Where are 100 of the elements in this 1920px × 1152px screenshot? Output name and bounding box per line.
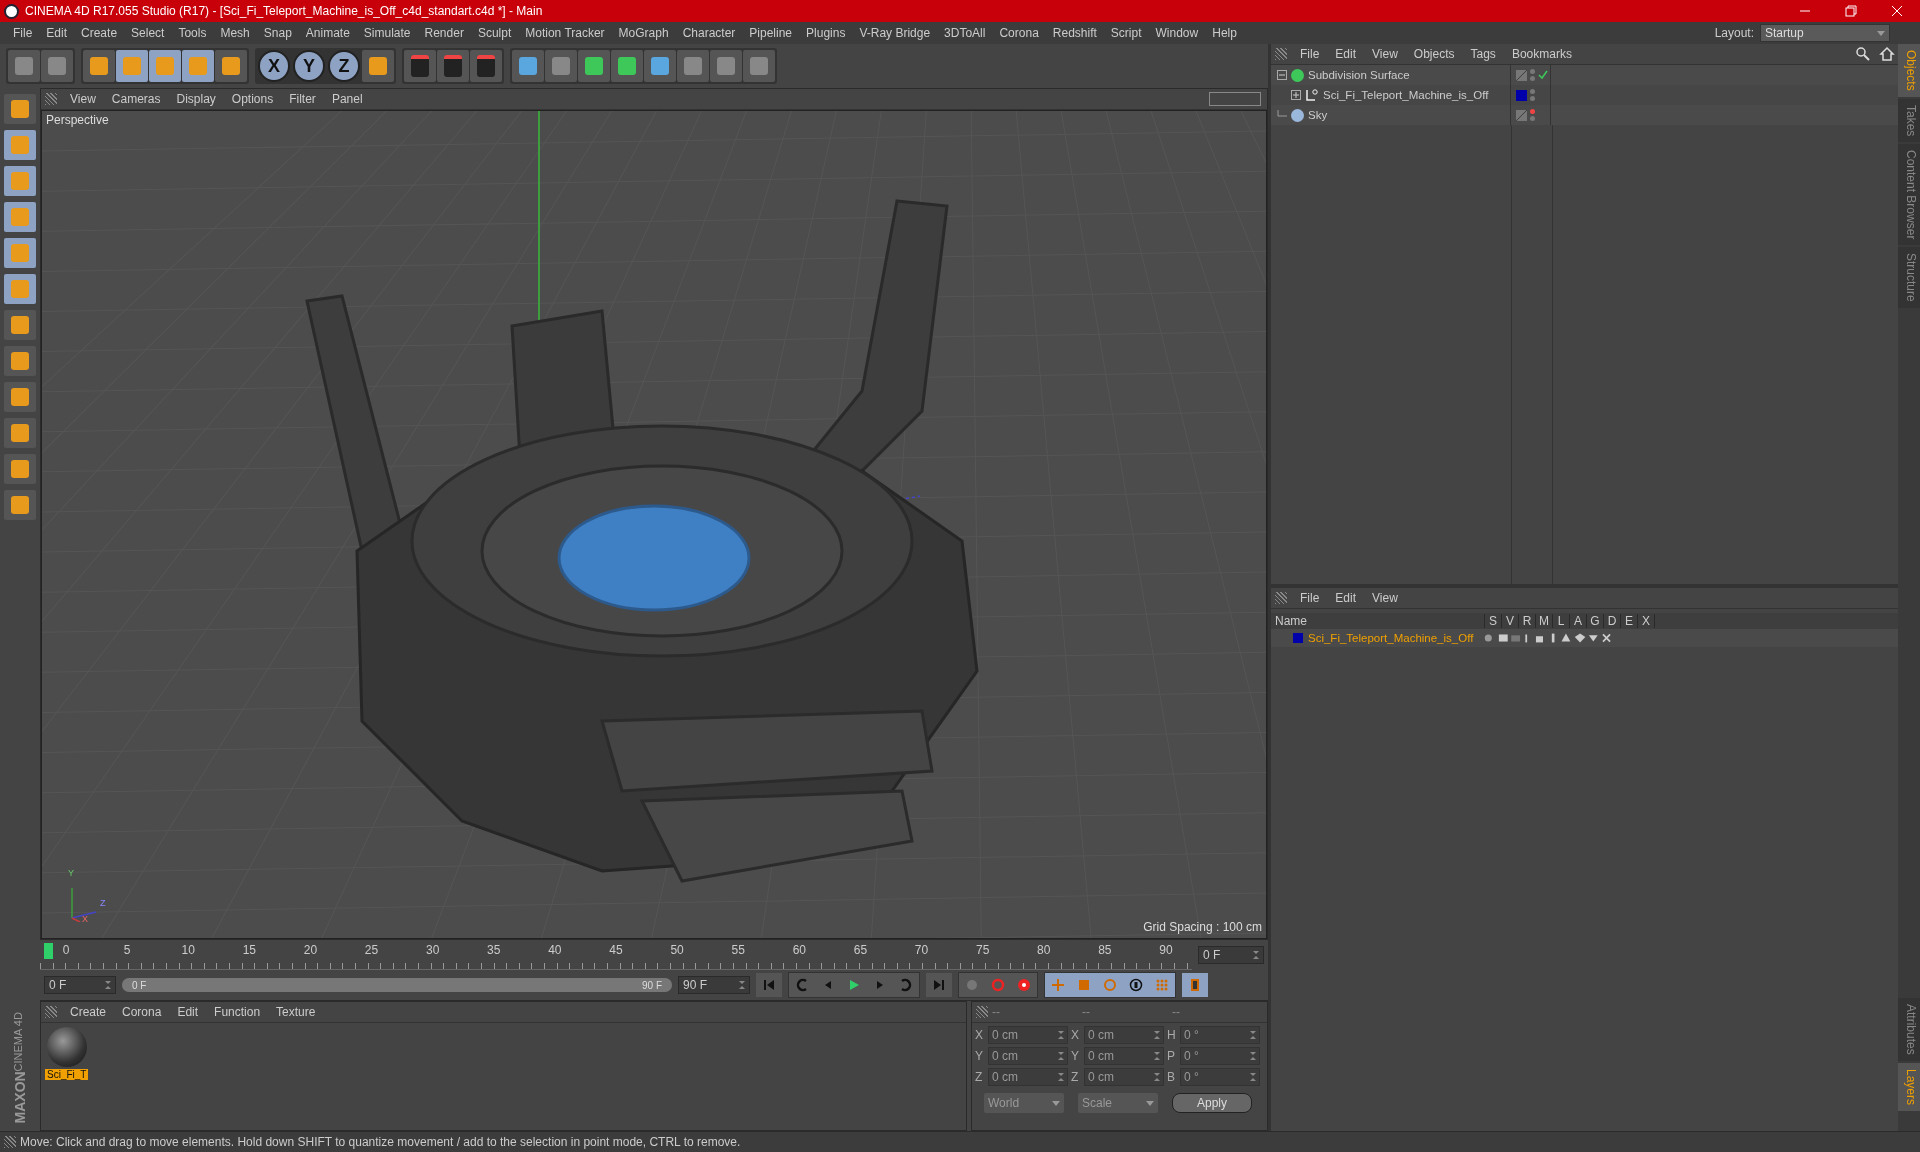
side-tab[interactable]: Layers: [1898, 1062, 1920, 1111]
layer-menu-item[interactable]: File: [1293, 591, 1327, 605]
current-frame-field[interactable]: 0 F: [1198, 946, 1264, 964]
film-strip-icon[interactable]: [1182, 973, 1208, 997]
home-icon[interactable]: [1879, 46, 1895, 62]
menu-item[interactable]: Redshift: [1045, 26, 1104, 40]
layer-color-swatch[interactable]: [1516, 89, 1527, 101]
material-menu-item[interactable]: Texture: [269, 1005, 323, 1019]
object-menu-item[interactable]: View: [1365, 47, 1405, 61]
viewport-canvas[interactable]: Perspective Grid Spacing : 100 cm Y Z X: [41, 110, 1267, 939]
record-icon[interactable]: [959, 973, 985, 997]
visibility-dots[interactable]: [1530, 109, 1535, 121]
menu-item[interactable]: Edit: [39, 26, 75, 40]
expand-toggle[interactable]: [1291, 90, 1301, 100]
layer-menu-item[interactable]: Edit: [1328, 591, 1364, 605]
material-menu-item[interactable]: Edit: [170, 1005, 206, 1019]
side-tab[interactable]: Structure: [1898, 247, 1920, 309]
object-menu-item[interactable]: Objects: [1406, 47, 1462, 61]
viewport-menu-item[interactable]: Display: [169, 92, 223, 106]
column-header[interactable]: M: [1536, 614, 1553, 628]
next-key-icon[interactable]: [893, 973, 919, 997]
viewport-menu-item[interactable]: Panel: [324, 92, 370, 106]
side-tab[interactable]: Takes: [1898, 98, 1920, 143]
rotation-field[interactable]: 0 °: [1180, 1047, 1260, 1065]
position-field[interactable]: 0 cm: [988, 1068, 1068, 1086]
size-field[interactable]: 0 cm: [1084, 1047, 1164, 1065]
menu-item[interactable]: Corona: [992, 26, 1046, 40]
material-menu-item[interactable]: Function: [207, 1005, 268, 1019]
frame-range-slider[interactable]: 0 F 90 F: [122, 978, 672, 992]
menu-item[interactable]: Mesh: [213, 26, 257, 40]
layer-menu-item[interactable]: View: [1365, 591, 1405, 605]
column-header[interactable]: A: [1570, 614, 1587, 628]
visibility-dots[interactable]: [1530, 69, 1535, 81]
menu-item[interactable]: Sculpt: [470, 26, 519, 40]
column-header[interactable]: G: [1587, 614, 1604, 628]
layer-name[interactable]: Sci_Fi_Teleport_Machine_is_Off: [1308, 632, 1474, 644]
end-frame-field[interactable]: 90 F: [678, 976, 750, 994]
menu-item[interactable]: Window: [1148, 26, 1206, 40]
help-icon[interactable]: [1011, 973, 1037, 997]
menu-item[interactable]: Create: [74, 26, 125, 40]
object-menu-item[interactable]: Edit: [1328, 47, 1364, 61]
move-key-icon[interactable]: [1045, 973, 1071, 997]
column-header[interactable]: V: [1502, 614, 1519, 628]
grip-handle-icon[interactable]: [1275, 592, 1287, 604]
grip-handle-icon[interactable]: [1275, 48, 1287, 60]
position-field[interactable]: 0 cm: [988, 1047, 1068, 1065]
start-frame-field[interactable]: 0 F: [44, 976, 116, 994]
material-preview-sphere[interactable]: [46, 1027, 87, 1067]
timeline-ruler[interactable]: 0 5 10 15 20 25 30 35 40 45 50 55 60 65 70 75 80 85 90: [40, 940, 1192, 970]
axis-lock-button[interactable]: X: [258, 50, 290, 82]
viewport-navigation-icon[interactable]: [1209, 92, 1261, 106]
side-tab[interactable]: Objects: [1898, 44, 1920, 97]
column-header[interactable]: E: [1621, 614, 1638, 628]
menu-item[interactable]: File: [6, 26, 40, 40]
material-menu-item[interactable]: Create: [63, 1005, 114, 1019]
layer-color-swatch[interactable]: [1293, 633, 1303, 643]
size-field[interactable]: 0 cm: [1084, 1068, 1164, 1086]
menu-item[interactable]: Motion Tracker: [518, 26, 612, 40]
grip-handle-icon[interactable]: [976, 1006, 988, 1018]
grip-handle-icon[interactable]: [4, 1136, 16, 1148]
axis-lock-button[interactable]: Z: [328, 50, 360, 82]
menu-item[interactable]: Select: [124, 26, 172, 40]
layer-empty-icon[interactable]: [1516, 69, 1527, 81]
rotation-field[interactable]: 0 °: [1180, 1026, 1260, 1044]
menu-item[interactable]: MoGraph: [611, 26, 676, 40]
column-header[interactable]: L: [1553, 614, 1570, 628]
apply-button[interactable]: Apply: [1172, 1093, 1252, 1113]
column-header[interactable]: D: [1604, 614, 1621, 628]
enabled-check-icon[interactable]: [1538, 70, 1548, 80]
object-menu-item[interactable]: Tags: [1463, 47, 1503, 61]
playhead[interactable]: [44, 942, 53, 959]
menu-item[interactable]: Snap: [256, 26, 299, 40]
search-icon[interactable]: [1855, 46, 1871, 62]
menu-item[interactable]: 3DToAll: [937, 26, 993, 40]
expand-toggle[interactable]: [1277, 70, 1287, 80]
menu-item[interactable]: Pipeline: [742, 26, 800, 40]
column-header[interactable]: Name: [1271, 614, 1485, 628]
menu-item[interactable]: Plugins: [799, 26, 853, 40]
go-to-end-icon[interactable]: [926, 973, 952, 997]
grip-handle-icon[interactable]: [45, 93, 57, 105]
viewport-menu-item[interactable]: Cameras: [104, 92, 168, 106]
layout-dropdown[interactable]: Startup: [1760, 24, 1890, 42]
object-name[interactable]: Sci_Fi_Teleport_Machine_is_Off: [1323, 89, 1489, 101]
object-menu-item[interactable]: File: [1293, 47, 1327, 61]
menu-item[interactable]: Help: [1205, 26, 1244, 40]
column-header[interactable]: R: [1519, 614, 1536, 628]
object-name[interactable]: Subdivision Surface: [1308, 69, 1410, 81]
object-name[interactable]: Sky: [1308, 109, 1328, 121]
menu-item[interactable]: V-Ray Bridge: [852, 26, 938, 40]
object-menu-item[interactable]: Bookmarks: [1504, 47, 1579, 61]
size-field[interactable]: 0 cm: [1084, 1026, 1164, 1044]
menu-item[interactable]: Simulate: [356, 26, 418, 40]
material-menu-item[interactable]: Corona: [115, 1005, 169, 1019]
viewport-menu-item[interactable]: View: [63, 92, 103, 106]
side-tab[interactable]: Attributes: [1898, 998, 1920, 1061]
menu-item[interactable]: Render: [417, 26, 471, 40]
menu-item[interactable]: Animate: [298, 26, 357, 40]
column-header[interactable]: S: [1485, 614, 1502, 628]
previous-key-icon[interactable]: [789, 973, 815, 997]
material-name[interactable]: Sci_Fi_T: [45, 1069, 89, 1080]
